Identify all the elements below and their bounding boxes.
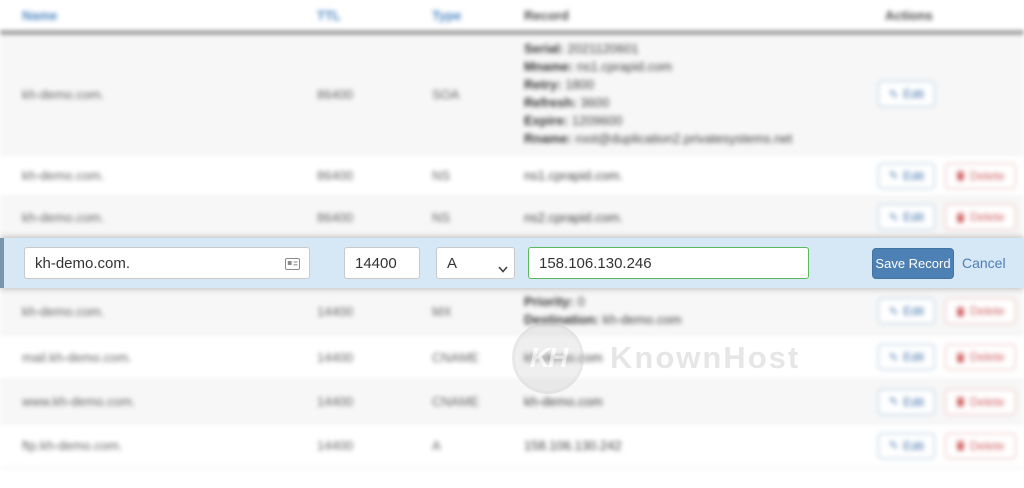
- record-name: ftp.kh-demo.com.: [0, 438, 317, 453]
- table-row-ftp: ftp.kh-demo.com. 14400 A 158.106.130.242…: [0, 424, 1024, 468]
- table-row-mx: kh-demo.com. 14400 MX Priority: 0 Destin…: [0, 288, 1024, 335]
- record-name: www.kh-demo.com.: [0, 394, 317, 409]
- pencil-icon: ✎: [889, 395, 898, 408]
- type-select[interactable]: A: [436, 247, 515, 279]
- pencil-icon: ✎: [889, 211, 898, 224]
- edit-button[interactable]: ✎Edit: [878, 163, 935, 189]
- save-record-button[interactable]: Save Record: [872, 248, 954, 279]
- delete-button[interactable]: Delete: [945, 433, 1016, 459]
- delete-button[interactable]: Delete: [945, 204, 1016, 230]
- pencil-icon: ✎: [889, 439, 898, 452]
- edit-button[interactable]: ✎Edit: [878, 204, 935, 230]
- column-header-ttl[interactable]: TTL: [317, 8, 432, 23]
- record-value-input[interactable]: [528, 247, 809, 279]
- trash-icon: [956, 352, 965, 363]
- cancel-link[interactable]: Cancel: [962, 255, 1006, 271]
- column-header-record: Record: [524, 8, 870, 23]
- record-name: kh-demo.com.: [0, 304, 317, 319]
- record-name: kh-demo.com.: [0, 168, 317, 183]
- record-name: kh-demo.com.: [0, 210, 317, 225]
- trash-icon: [956, 212, 965, 223]
- edit-button[interactable]: ✎Edit: [878, 389, 935, 415]
- record-ttl: 86400: [317, 168, 432, 183]
- ttl-input[interactable]: [344, 247, 420, 279]
- table-row-ns2: kh-demo.com. 86400 NS ns2.cprapid.com. ✎…: [0, 197, 1024, 238]
- record-ttl: 14400: [317, 438, 432, 453]
- record-type: CNAME: [432, 350, 524, 365]
- record-ttl: 14400: [317, 394, 432, 409]
- record-ttl: 14400: [317, 304, 432, 319]
- column-header-actions: Actions: [870, 8, 1024, 23]
- record-value: 158.106.130.242: [524, 438, 870, 453]
- table-row-ns1: kh-demo.com. 86400 NS ns1.cprapid.com. ✎…: [0, 155, 1024, 197]
- record-edit-row: A Save Record Cancel: [0, 238, 1024, 288]
- record-value: Serial: 2021120601 Mname: ns1.cprapid.co…: [524, 40, 870, 148]
- record-name: kh-demo.com.: [0, 87, 317, 102]
- record-value: ns2.cprapid.com.: [524, 210, 870, 225]
- name-input[interactable]: [24, 247, 310, 279]
- record-type: A: [432, 438, 524, 453]
- record-value: kh-demo.com: [524, 394, 870, 409]
- pencil-icon: ✎: [889, 351, 898, 364]
- record-ttl: 86400: [317, 210, 432, 225]
- edit-button[interactable]: ✎Edit: [878, 344, 935, 370]
- record-type: SOA: [432, 87, 524, 102]
- delete-button[interactable]: Delete: [945, 298, 1016, 324]
- table-header-row: Name TTL Type Record Actions: [0, 0, 1024, 34]
- address-card-icon: [285, 257, 300, 275]
- pencil-icon: ✎: [889, 305, 898, 318]
- trash-icon: [956, 440, 965, 451]
- record-value: kh-demo.com: [524, 350, 870, 365]
- record-type: CNAME: [432, 394, 524, 409]
- edit-button[interactable]: ✎Edit: [878, 433, 935, 459]
- delete-button[interactable]: Delete: [945, 344, 1016, 370]
- pencil-icon: ✎: [889, 88, 898, 101]
- delete-button[interactable]: Delete: [945, 163, 1016, 189]
- table-row-mail: mail.kh-demo.com. 14400 CNAME kh-demo.co…: [0, 335, 1024, 380]
- record-type: NS: [432, 168, 524, 183]
- record-ttl: 86400: [317, 87, 432, 102]
- record-name: mail.kh-demo.com.: [0, 350, 317, 365]
- trash-icon: [956, 170, 965, 181]
- table-row-www: www.kh-demo.com. 14400 CNAME kh-demo.com…: [0, 380, 1024, 424]
- record-ttl: 14400: [317, 350, 432, 365]
- record-type: NS: [432, 210, 524, 225]
- pencil-icon: ✎: [889, 169, 898, 182]
- zone-editor-screen: Name TTL Type Record Actions kh-demo.com…: [0, 0, 1024, 488]
- edit-button[interactable]: ✎Edit: [878, 81, 935, 107]
- record-value: ns1.cprapid.com.: [524, 168, 870, 183]
- trash-icon: [956, 396, 965, 407]
- column-header-type[interactable]: Type: [432, 8, 524, 23]
- delete-button[interactable]: Delete: [945, 389, 1016, 415]
- edit-button[interactable]: ✎Edit: [878, 298, 935, 324]
- trash-icon: [956, 306, 965, 317]
- column-header-name[interactable]: Name: [0, 8, 317, 23]
- record-type: MX: [432, 304, 524, 319]
- table-row-soa: kh-demo.com. 86400 SOA Serial: 202112060…: [0, 34, 1024, 155]
- record-value: Priority: 0 Destination: kh-demo.com: [524, 293, 870, 329]
